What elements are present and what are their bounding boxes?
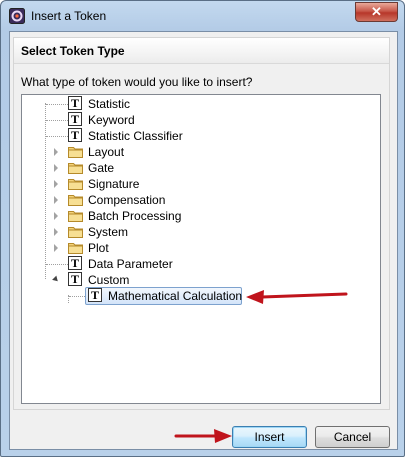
token-icon: T: [88, 288, 102, 302]
group-title: Select Token Type: [21, 44, 125, 58]
folder-icon: [68, 243, 83, 254]
app-logo-icon: [9, 8, 25, 24]
token-icon: T: [68, 256, 82, 270]
tree-item-label: Layout: [88, 145, 125, 159]
close-icon: ✕: [371, 4, 382, 19]
question-label: What type of token would you like to ins…: [21, 75, 253, 89]
dialog-window: Insert a Token ✕ Select Token Type What …: [0, 0, 405, 457]
tree-line: [69, 296, 85, 298]
tree-line: [46, 104, 68, 106]
token-icon: T: [68, 128, 82, 142]
expand-arrow-icon[interactable]: [54, 164, 58, 172]
tree-item-statistic-classifier[interactable]: T Statistic Classifier: [22, 128, 380, 144]
tree-item-batch-processing[interactable]: Batch Processing: [22, 208, 380, 224]
token-icon: T: [68, 112, 82, 126]
expand-arrow-icon[interactable]: [54, 212, 58, 220]
title-bar[interactable]: Insert a Token ✕: [1, 1, 404, 31]
folder-icon: [68, 163, 83, 174]
tree-item-label: System: [88, 225, 129, 239]
cancel-button[interactable]: Cancel: [315, 426, 390, 448]
tree-item-signature[interactable]: Signature: [22, 176, 380, 192]
tree-item-label: Statistic: [88, 97, 131, 111]
tree-item-label: Gate: [88, 161, 115, 175]
tree-item-plot[interactable]: Plot: [22, 240, 380, 256]
close-button[interactable]: ✕: [355, 2, 398, 22]
tree-line: [46, 136, 68, 138]
tree-item-label: Plot: [88, 241, 109, 255]
tree-item-keyword[interactable]: T Keyword: [22, 112, 380, 128]
folder-icon: [68, 211, 83, 222]
annotation-arrow-icon: [174, 429, 232, 443]
expand-arrow-icon[interactable]: [54, 180, 58, 188]
tree-item-custom[interactable]: T Custom: [22, 272, 380, 288]
dialog-client-area: Select Token Type What type of token wou…: [9, 31, 398, 450]
collapse-arrow-icon[interactable]: [52, 275, 60, 284]
folder-icon: [68, 227, 83, 238]
tree-item-compensation[interactable]: Compensation: [22, 192, 380, 208]
tree-item-label: Compensation: [88, 193, 166, 207]
expand-arrow-icon[interactable]: [54, 148, 58, 156]
token-tree[interactable]: T Statistic T Keyword T Statistic Classi…: [21, 94, 381, 404]
tree-item-label: Signature: [88, 177, 140, 191]
insert-button[interactable]: Insert: [232, 426, 307, 448]
tree-item-system[interactable]: System: [22, 224, 380, 240]
window-title: Insert a Token: [31, 9, 107, 23]
annotation-arrow-icon: [246, 290, 348, 304]
tree-item-label: Batch Processing: [88, 209, 182, 223]
folder-icon: [68, 195, 83, 206]
folder-icon: [68, 147, 83, 158]
group-header: Select Token Type: [14, 38, 389, 64]
tree-item-label: Mathematical Calculation: [108, 289, 243, 303]
tree-item-label: Custom: [88, 273, 130, 287]
tree-item-statistic[interactable]: T Statistic: [22, 96, 380, 112]
select-token-type-group: Select Token Type What type of token wou…: [13, 37, 390, 410]
token-icon: T: [68, 96, 82, 110]
tree-item-label: Statistic Classifier: [88, 129, 183, 143]
tree-item-data-parameter[interactable]: T Data Parameter: [22, 256, 380, 272]
tree-item-label: Keyword: [88, 113, 135, 127]
tree-item-label: Data Parameter: [88, 257, 173, 271]
tree-line: [46, 120, 68, 122]
expand-arrow-icon[interactable]: [54, 228, 58, 236]
folder-icon: [68, 179, 83, 190]
tree-item-layout[interactable]: Layout: [22, 144, 380, 160]
expand-arrow-icon[interactable]: [54, 196, 58, 204]
expand-arrow-icon[interactable]: [54, 244, 58, 252]
token-icon: T: [68, 272, 82, 286]
tree-item-gate[interactable]: Gate: [22, 160, 380, 176]
tree-line: [46, 264, 68, 266]
